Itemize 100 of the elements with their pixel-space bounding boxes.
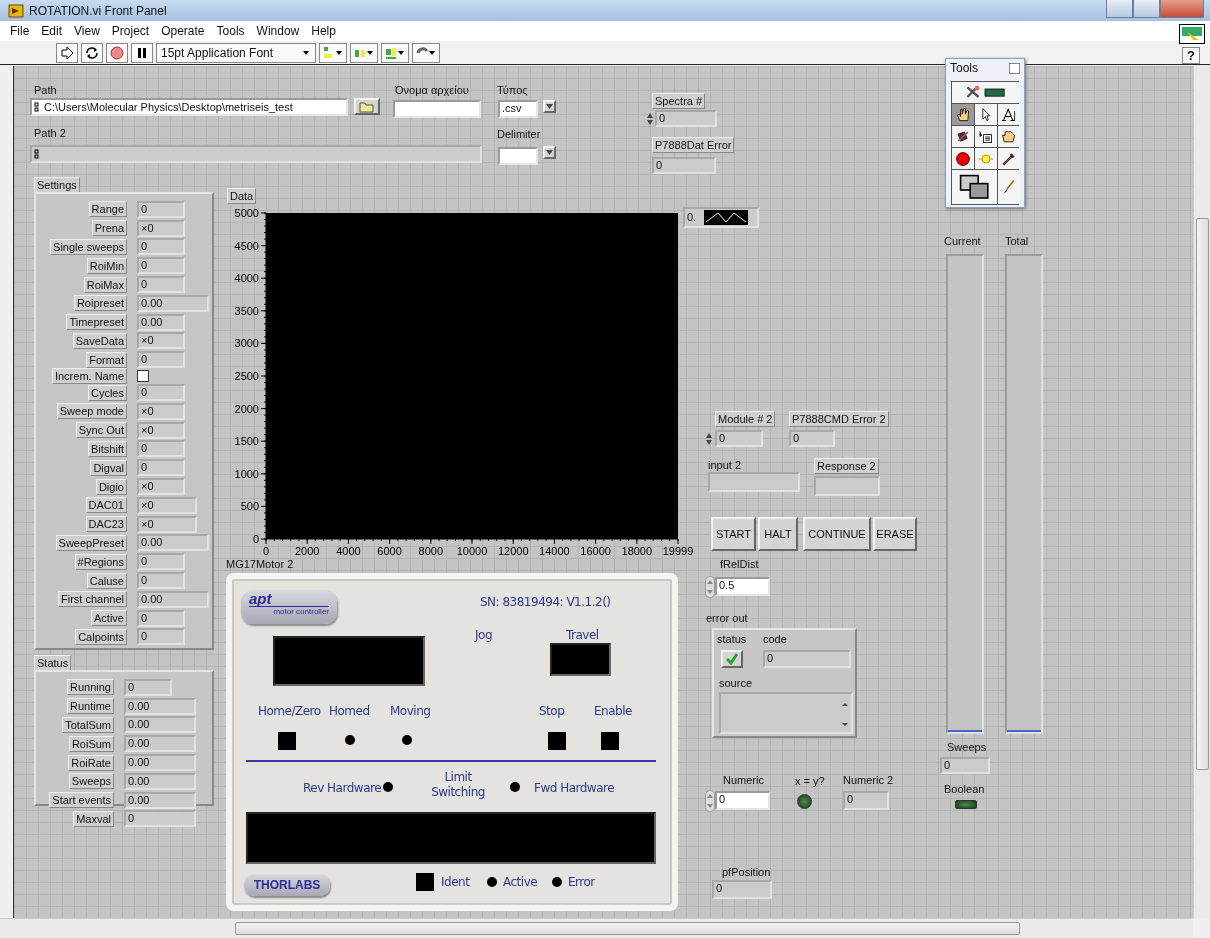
close-button[interactable]	[1009, 62, 1020, 74]
palette-title: Tools	[950, 60, 978, 77]
increment-arrows-icon[interactable]	[646, 111, 654, 127]
vertical-scrollbar[interactable]	[1193, 66, 1210, 918]
menu-item[interactable]: Help	[305, 22, 342, 40]
help-button[interactable]: ?	[1182, 47, 1200, 64]
field-label: Bitshift	[88, 440, 127, 457]
menu-item[interactable]: Tools	[210, 22, 251, 40]
tick-label: 4000	[336, 545, 361, 555]
field-label: Sweep mode	[56, 403, 127, 420]
browse-button[interactable]	[354, 98, 380, 115]
dropdown-button[interactable]	[543, 146, 556, 159]
field-label: Sweeps	[68, 773, 114, 790]
command-button[interactable]: HALT	[758, 517, 798, 551]
scroll-thumb[interactable]	[1196, 218, 1209, 770]
text-field[interactable]	[498, 147, 538, 165]
increment-arrows-icon[interactable]	[705, 576, 715, 598]
numeric-indicator: 0	[137, 609, 185, 627]
label: Path	[34, 83, 57, 98]
horizontal-scrollbar[interactable]	[0, 918, 1193, 938]
led-indicator	[402, 735, 412, 745]
tick-label: 3000	[234, 337, 259, 350]
abort-button[interactable]	[106, 42, 128, 63]
reorder-button[interactable]	[412, 42, 440, 63]
field-label: Single sweeps	[50, 239, 127, 255]
tool-button[interactable]	[952, 170, 997, 204]
numeric-indicator: 0	[137, 440, 185, 458]
path-field[interactable]	[30, 145, 482, 163]
numeric-field[interactable]: 0	[715, 430, 763, 447]
command-button[interactable]: CONTINUE	[803, 517, 871, 551]
path-field[interactable]: C:\Users\Molecular Physics\Desktop\metriseis_test	[30, 98, 348, 116]
tool-button[interactable]	[975, 126, 997, 147]
menu-item[interactable]: Window	[250, 22, 306, 40]
command-button[interactable]: START	[711, 517, 756, 551]
numeric-indicator: 0	[124, 810, 196, 828]
label: Delimiter	[497, 127, 541, 142]
menu-item[interactable]: File	[4, 22, 36, 40]
tool-button[interactable]	[952, 148, 974, 169]
checkbox[interactable]	[137, 370, 149, 383]
label: Total	[1005, 234, 1029, 249]
run-continuously-button[interactable]	[81, 42, 103, 63]
auto-tool-icon	[965, 84, 1007, 101]
scroll-thumb[interactable]	[235, 922, 1020, 935]
led-indicator	[383, 782, 393, 792]
numeric-indicator: 0	[137, 572, 185, 590]
menu-item[interactable]: Operate	[155, 22, 211, 40]
field-label: #Regions	[74, 553, 127, 570]
path-icon	[34, 149, 40, 159]
distribute-button[interactable]	[350, 42, 378, 63]
increment-arrows-icon[interactable]	[705, 790, 715, 812]
resize-button[interactable]	[381, 42, 409, 63]
maximize-button[interactable]	[1133, 0, 1160, 18]
tick-label: 8000	[418, 545, 444, 555]
pause-button[interactable]	[131, 42, 153, 63]
run-continuously-icon	[84, 44, 100, 61]
numeric-field[interactable]: 0	[715, 791, 770, 810]
label: Error	[568, 874, 595, 891]
minimize-button[interactable]	[1106, 0, 1133, 18]
field-label: Format	[86, 351, 127, 368]
plot-legend[interactable]: 0.	[683, 207, 759, 228]
label: Boolean	[944, 782, 985, 797]
text-field[interactable]	[393, 100, 481, 118]
font-dropdown[interactable]: 15pt Application Font	[156, 42, 316, 63]
tool-button[interactable]	[952, 104, 974, 125]
label: Spectra #	[652, 93, 706, 109]
menu-item[interactable]: View	[68, 22, 106, 40]
increment-arrows-icon[interactable]	[705, 431, 713, 447]
tool-button[interactable]	[952, 126, 974, 147]
command-button[interactable]: ERASE	[873, 517, 917, 551]
label: source	[719, 676, 753, 691]
tool-button[interactable]	[975, 104, 997, 125]
tick-label: 18000	[621, 545, 653, 555]
numeric-indicator: ×0	[137, 515, 197, 533]
menu-item[interactable]: Edit	[35, 22, 69, 40]
numeric-indicator: ×0	[137, 219, 185, 237]
field-label: Active	[91, 610, 127, 627]
numeric-indicator: 0	[137, 238, 185, 256]
line-sample-icon	[704, 210, 749, 225]
brand-logo: THORLABS	[244, 874, 330, 896]
label: Enable	[594, 703, 632, 720]
run-button[interactable]	[56, 42, 78, 63]
field-label: Cycles	[88, 384, 127, 401]
align-button[interactable]	[319, 42, 347, 63]
numeric-indicator: 0	[137, 200, 185, 218]
field-label: Timepreset	[66, 314, 127, 331]
stop-sign-icon	[955, 150, 971, 167]
menu-item[interactable]: Project	[105, 22, 156, 40]
vi-icon[interactable]	[1179, 24, 1205, 44]
travel-display	[550, 643, 611, 676]
numeric-field[interactable]: 0	[655, 110, 717, 127]
ring-field[interactable]: .csv	[498, 100, 538, 118]
tool-button[interactable]	[998, 126, 1020, 147]
tool-button[interactable]	[998, 148, 1020, 169]
field-label: Runtime	[67, 698, 114, 715]
tool-button[interactable]	[998, 104, 1020, 125]
numeric-indicator: 0	[763, 650, 851, 668]
numeric-field[interactable]: 0.5	[715, 577, 770, 596]
label: MG17Motor 2	[226, 557, 294, 572]
tool-button[interactable]	[952, 82, 1020, 103]
dropdown-button[interactable]	[543, 100, 556, 113]
